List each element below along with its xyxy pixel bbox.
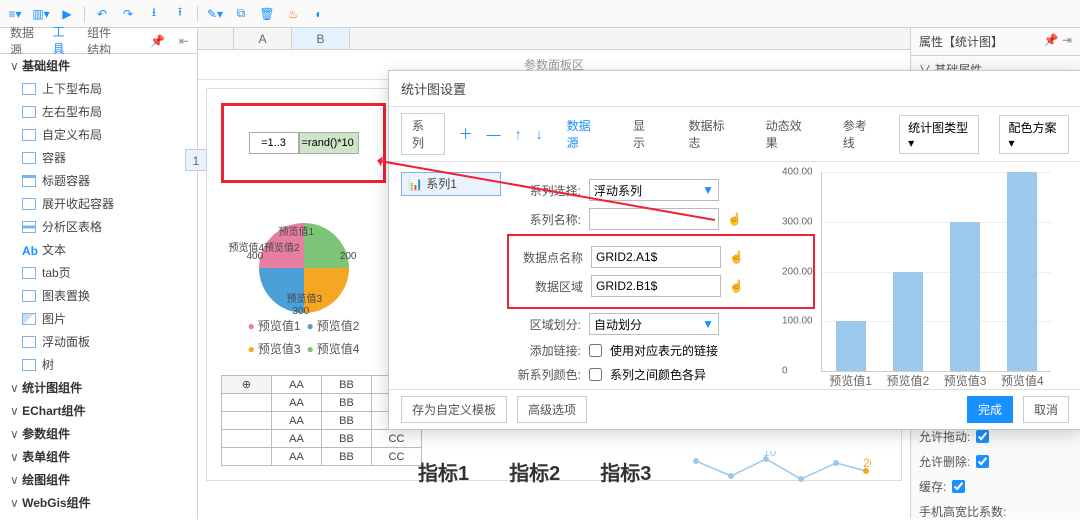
series-list-item[interactable]: 📊 系列1 [401,172,501,196]
add-icon[interactable]: ＋ [459,124,473,144]
paint-icon[interactable]: ✎▾ [206,5,224,23]
item-tree[interactable]: 树 [0,353,197,376]
checkbox-link[interactable] [589,344,602,357]
pin-icon[interactable]: 📌 ⇥ [1044,33,1072,50]
help-icon[interactable]: ◐ [310,5,328,23]
remove-icon[interactable]: — [487,126,501,142]
bar-4 [1007,172,1037,371]
item-title-container[interactable]: 标题容器 [0,169,197,192]
bar-chart-preview: 400.00 300.00 200.00 100.00 0 预览值1 预览值2 … [821,172,1051,372]
input-series-name[interactable] [589,208,719,230]
legend-4: 预览值4 [307,340,360,357]
item-chart-swap[interactable]: 图表置换 [0,284,197,307]
dropdown-color-scheme[interactable]: 配色方案 ▾ [999,115,1069,154]
flame-icon[interactable]: ♨ [284,5,302,23]
label-series-name: 系列名称: [511,211,581,228]
pin-icon[interactable]: 📌 [150,34,165,48]
up-icon[interactable]: ↑ [515,126,522,142]
indicator-3: 指标3 [600,457,651,486]
export-icon[interactable]: ⭱ [171,5,189,23]
left-tabs: 数据源 工具 组件结构 📌 ⇤ [0,28,198,54]
main-toolbar: ≡▾ ▥▾ ▶ ↶ ↷ ⭳ ⭱ ✎▾ ⧉ 🗑 ♨ ◐ [0,0,1080,28]
cancel-button[interactable]: 取消 [1023,396,1069,423]
label-cache: 缓存: [919,478,946,495]
item-container[interactable]: 容器 [0,146,197,169]
tab-refline[interactable]: 参考线 [833,114,885,154]
group-statchart[interactable]: 统计图组件 [0,376,197,399]
legend-1: 预览值1 [248,317,301,334]
item-float-panel[interactable]: 浮动面板 [0,330,197,353]
label-link: 添加链接: [511,342,581,359]
tab-animation[interactable]: 动态效果 [756,114,819,154]
collapse-icon[interactable]: ⇤ [179,34,189,48]
cell-a1[interactable]: =1..3 [249,132,299,154]
bar-3 [950,222,980,371]
hand-icon[interactable]: ☝ [729,250,747,264]
label-data-range: 数据区域 [513,278,583,295]
item-layout-custom[interactable]: 自定义布局 [0,123,197,146]
import-icon[interactable]: ⭳ [145,5,163,23]
chart-settings-dialog: 统计图设置 系列 ＋ — ↑ ↓ 数据源 显示 数据标志 动态效果 参考线 统计… [388,70,1080,430]
dropdown-chart-type[interactable]: 统计图类型 ▾ [899,115,979,154]
legend-2: 预览值2 [307,317,360,334]
down-icon[interactable]: ↓ [536,126,543,142]
group-param[interactable]: 参数组件 [0,422,197,445]
hand-icon[interactable]: ☝ [729,279,747,293]
group-form[interactable]: 表单组件 [0,445,197,468]
group-draw[interactable]: 绘图组件 [0,468,197,491]
item-tab-page[interactable]: tab页 [0,261,197,284]
save-template-button[interactable]: 存为自定义模板 [401,396,507,423]
cell-b1[interactable]: =rand()*10 [299,132,359,154]
hand-icon[interactable]: ☝ [727,212,745,226]
checkbox-allow-drag[interactable] [976,430,989,443]
col-head-a[interactable]: A [234,28,292,49]
indicator-1: 指标1 [418,457,469,486]
row-head-1[interactable]: 1 [185,149,207,171]
item-layout-v[interactable]: 上下型布局 [0,77,197,100]
property-title: 属性【统计图】 [919,33,1003,50]
item-analysis-table[interactable]: 分析区表格 [0,215,197,238]
checkbox-cache[interactable] [952,480,965,493]
sparkline: 10 20 [691,451,871,491]
bar-2 [893,272,923,372]
tab-series[interactable]: 系列 [401,113,445,155]
select-series[interactable]: 浮动系列▼ [589,179,719,201]
copy-icon[interactable]: ⧉ [232,5,250,23]
dialog-title: 统计图设置 [389,71,1080,107]
pie-preview: 预览值1 预览值4预览值2 400 200 预览值3 300 [259,223,349,313]
checkbox-allow-delete[interactable] [976,455,989,468]
grid-red-highlight: =1..3 =rand()*10 [221,103,386,183]
group-webgis[interactable]: WebGis组件 [0,491,197,514]
item-text[interactable]: Ab文本 [0,238,197,261]
label-allow-drag: 允许拖动: [919,428,970,445]
bar-1 [836,321,866,371]
label-newcolor: 新系列颜色: [511,366,581,383]
group-echart[interactable]: EChart组件 [0,399,197,422]
label-allow-delete: 允许删除: [919,453,970,470]
input-point-name[interactable] [591,246,721,268]
checkbox-newcolor[interactable] [589,368,602,381]
delete-icon[interactable]: 🗑 [258,5,276,23]
input-data-range[interactable] [591,275,721,297]
col-head-b[interactable]: B [292,28,350,49]
group-ext[interactable]: 扩展组件 [0,514,197,519]
label-point-name: 数据点名称 [513,249,583,266]
group-basic[interactable]: 基础组件 [0,54,197,77]
ok-button[interactable]: 完成 [967,396,1013,423]
label-partition: 区域划分: [511,316,581,333]
svg-text:10: 10 [763,451,777,459]
item-image[interactable]: 图片 [0,307,197,330]
label-ratio: 手机高宽比系数: [919,503,1006,520]
legend-3: 预览值3 [248,340,301,357]
indicator-2: 指标2 [509,457,560,486]
select-partition[interactable]: 自动划分▼ [589,313,719,335]
tab-datasource[interactable]: 数据源 [557,114,609,154]
advanced-button[interactable]: 高级选项 [517,396,587,423]
component-tree: 基础组件 上下型布局 左右型布局 自定义布局 容器 标题容器 展开收起容器 分析… [0,54,198,519]
item-collapse-container[interactable]: 展开收起容器 [0,192,197,215]
tab-datamark[interactable]: 数据标志 [679,114,742,154]
svg-text:20: 20 [863,456,871,470]
item-layout-h[interactable]: 左右型布局 [0,100,197,123]
tab-display[interactable]: 显示 [623,114,665,154]
